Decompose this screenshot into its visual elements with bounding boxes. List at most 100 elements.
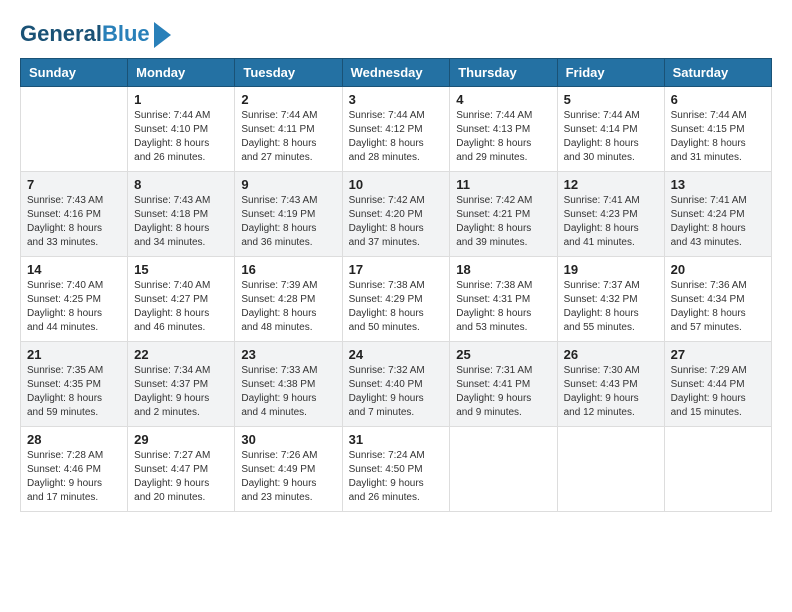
day-info: Sunrise: 7:37 AM Sunset: 4:32 PM Dayligh…	[564, 279, 658, 335]
day-info: Sunrise: 7:30 AM Sunset: 4:43 PM Dayligh…	[564, 364, 658, 420]
calendar-cell: 17Sunrise: 7:38 AM Sunset: 4:29 PM Dayli…	[342, 257, 450, 342]
calendar-cell: 27Sunrise: 7:29 AM Sunset: 4:44 PM Dayli…	[664, 342, 771, 427]
page-header: GeneralBlue	[20, 20, 772, 48]
day-info: Sunrise: 7:28 AM Sunset: 4:46 PM Dayligh…	[27, 449, 121, 505]
day-info: Sunrise: 7:32 AM Sunset: 4:40 PM Dayligh…	[349, 364, 444, 420]
day-number: 1	[134, 92, 228, 107]
calendar-cell	[557, 427, 664, 512]
calendar-cell	[450, 427, 557, 512]
calendar-cell: 10 Sunrise: 7:42 AM Sunset: 4:20 PM Dayli…	[342, 172, 450, 257]
day-number: 11	[456, 177, 550, 192]
day-info: Sunrise: 7:44 AM Sunset: 4:15 PM Dayligh…	[671, 109, 765, 165]
day-number: 3	[349, 92, 444, 107]
day-number: 2	[241, 92, 335, 107]
day-number: 23	[241, 347, 335, 362]
day-number: 17	[349, 262, 444, 277]
day-header-wednesday: Wednesday	[342, 59, 450, 87]
day-info: Sunrise: 7:34 AM Sunset: 4:37 PM Dayligh…	[134, 364, 228, 420]
logo-arrow-icon	[154, 22, 171, 48]
calendar-cell: 16 Sunrise: 7:39 AM Sunset: 4:28 PM Dayli…	[235, 257, 342, 342]
calendar-cell: 15 Sunrise: 7:40 AM Sunset: 4:27 PM Dayli…	[128, 257, 235, 342]
calendar-cell: 6 Sunrise: 7:44 AM Sunset: 4:15 PM Daylig…	[664, 87, 771, 172]
day-number: 6	[671, 92, 765, 107]
day-info: Sunrise: 7:42 AM Sunset: 4:20 PM Dayligh…	[349, 194, 444, 250]
calendar-week-row: 14 Sunrise: 7:40 AM Sunset: 4:25 PM Dayli…	[21, 257, 772, 342]
calendar-cell: 25 Sunrise: 7:31 AM Sunset: 4:41 PM Dayli…	[450, 342, 557, 427]
day-info: Sunrise: 7:44 AM Sunset: 4:10 PM Dayligh…	[134, 109, 228, 165]
calendar-cell: 20Sunrise: 7:36 AM Sunset: 4:34 PM Dayli…	[664, 257, 771, 342]
day-number: 7	[27, 177, 121, 192]
day-info: Sunrise: 7:27 AM Sunset: 4:47 PM Dayligh…	[134, 449, 228, 505]
calendar-table: SundayMondayTuesdayWednesdayThursdayFrid…	[20, 58, 772, 512]
day-info: Sunrise: 7:35 AM Sunset: 4:35 PM Dayligh…	[27, 364, 121, 420]
day-number: 27	[671, 347, 765, 362]
day-number: 22	[134, 347, 228, 362]
calendar-cell: 1 Sunrise: 7:44 AM Sunset: 4:10 PM Daylig…	[128, 87, 235, 172]
day-info: Sunrise: 7:41 AM Sunset: 4:24 PM Dayligh…	[671, 194, 765, 250]
day-header-saturday: Saturday	[664, 59, 771, 87]
day-info: Sunrise: 7:42 AM Sunset: 4:21 PM Dayligh…	[456, 194, 550, 250]
day-number: 8	[134, 177, 228, 192]
day-info: Sunrise: 7:40 AM Sunset: 4:27 PM Dayligh…	[134, 279, 228, 335]
calendar-cell: 30Sunrise: 7:26 AM Sunset: 4:49 PM Dayli…	[235, 427, 342, 512]
calendar-week-row: 21Sunrise: 7:35 AM Sunset: 4:35 PM Dayli…	[21, 342, 772, 427]
calendar-cell: 29 Sunrise: 7:27 AM Sunset: 4:47 PM Dayli…	[128, 427, 235, 512]
day-number: 31	[349, 432, 444, 447]
day-header-tuesday: Tuesday	[235, 59, 342, 87]
day-info: Sunrise: 7:33 AM Sunset: 4:38 PM Dayligh…	[241, 364, 335, 420]
calendar-cell: 9 Sunrise: 7:43 AM Sunset: 4:19 PM Daylig…	[235, 172, 342, 257]
calendar-cell: 18Sunrise: 7:38 AM Sunset: 4:31 PM Dayli…	[450, 257, 557, 342]
day-info: Sunrise: 7:43 AM Sunset: 4:18 PM Dayligh…	[134, 194, 228, 250]
day-header-thursday: Thursday	[450, 59, 557, 87]
day-info: Sunrise: 7:43 AM Sunset: 4:19 PM Dayligh…	[241, 194, 335, 250]
day-number: 10	[349, 177, 444, 192]
day-info: Sunrise: 7:44 AM Sunset: 4:14 PM Dayligh…	[564, 109, 658, 165]
calendar-cell	[21, 87, 128, 172]
day-number: 24	[349, 347, 444, 362]
day-info: Sunrise: 7:44 AM Sunset: 4:13 PM Dayligh…	[456, 109, 550, 165]
day-info: Sunrise: 7:39 AM Sunset: 4:28 PM Dayligh…	[241, 279, 335, 335]
day-number: 12	[564, 177, 658, 192]
calendar-cell	[664, 427, 771, 512]
day-number: 15	[134, 262, 228, 277]
day-number: 9	[241, 177, 335, 192]
day-info: Sunrise: 7:40 AM Sunset: 4:25 PM Dayligh…	[27, 279, 121, 335]
calendar-cell: 31 Sunrise: 7:24 AM Sunset: 4:50 PM Dayli…	[342, 427, 450, 512]
day-info: Sunrise: 7:44 AM Sunset: 4:11 PM Dayligh…	[241, 109, 335, 165]
calendar-header-row: SundayMondayTuesdayWednesdayThursdayFrid…	[21, 59, 772, 87]
calendar-cell: 11 Sunrise: 7:42 AM Sunset: 4:21 PM Dayli…	[450, 172, 557, 257]
day-info: Sunrise: 7:41 AM Sunset: 4:23 PM Dayligh…	[564, 194, 658, 250]
day-number: 29	[134, 432, 228, 447]
day-info: Sunrise: 7:31 AM Sunset: 4:41 PM Dayligh…	[456, 364, 550, 420]
calendar-cell: 3 Sunrise: 7:44 AM Sunset: 4:12 PM Daylig…	[342, 87, 450, 172]
calendar-cell: 28 Sunrise: 7:28 AM Sunset: 4:46 PM Dayli…	[21, 427, 128, 512]
calendar-cell: 2 Sunrise: 7:44 AM Sunset: 4:11 PM Daylig…	[235, 87, 342, 172]
logo-text: GeneralBlue	[20, 22, 150, 46]
calendar-cell: 22 Sunrise: 7:34 AM Sunset: 4:37 PM Dayli…	[128, 342, 235, 427]
calendar-cell: 13Sunrise: 7:41 AM Sunset: 4:24 PM Dayli…	[664, 172, 771, 257]
day-number: 14	[27, 262, 121, 277]
day-number: 4	[456, 92, 550, 107]
calendar-cell: 5 Sunrise: 7:44 AM Sunset: 4:14 PM Daylig…	[557, 87, 664, 172]
day-number: 16	[241, 262, 335, 277]
day-number: 5	[564, 92, 658, 107]
day-info: Sunrise: 7:24 AM Sunset: 4:50 PM Dayligh…	[349, 449, 444, 505]
day-info: Sunrise: 7:26 AM Sunset: 4:49 PM Dayligh…	[241, 449, 335, 505]
calendar-cell: 14 Sunrise: 7:40 AM Sunset: 4:25 PM Dayli…	[21, 257, 128, 342]
day-info: Sunrise: 7:38 AM Sunset: 4:31 PM Dayligh…	[456, 279, 550, 335]
calendar-cell: 4 Sunrise: 7:44 AM Sunset: 4:13 PM Daylig…	[450, 87, 557, 172]
calendar-cell: 7 Sunrise: 7:43 AM Sunset: 4:16 PM Daylig…	[21, 172, 128, 257]
calendar-cell: 23 Sunrise: 7:33 AM Sunset: 4:38 PM Dayli…	[235, 342, 342, 427]
day-number: 28	[27, 432, 121, 447]
calendar-cell: 19Sunrise: 7:37 AM Sunset: 4:32 PM Dayli…	[557, 257, 664, 342]
calendar-cell: 12 Sunrise: 7:41 AM Sunset: 4:23 PM Dayli…	[557, 172, 664, 257]
calendar-cell: 26 Sunrise: 7:30 AM Sunset: 4:43 PM Dayli…	[557, 342, 664, 427]
day-number: 20	[671, 262, 765, 277]
day-header-monday: Monday	[128, 59, 235, 87]
calendar-week-row: 7 Sunrise: 7:43 AM Sunset: 4:16 PM Daylig…	[21, 172, 772, 257]
day-number: 26	[564, 347, 658, 362]
day-number: 25	[456, 347, 550, 362]
day-info: Sunrise: 7:44 AM Sunset: 4:12 PM Dayligh…	[349, 109, 444, 165]
day-header-friday: Friday	[557, 59, 664, 87]
day-info: Sunrise: 7:43 AM Sunset: 4:16 PM Dayligh…	[27, 194, 121, 250]
